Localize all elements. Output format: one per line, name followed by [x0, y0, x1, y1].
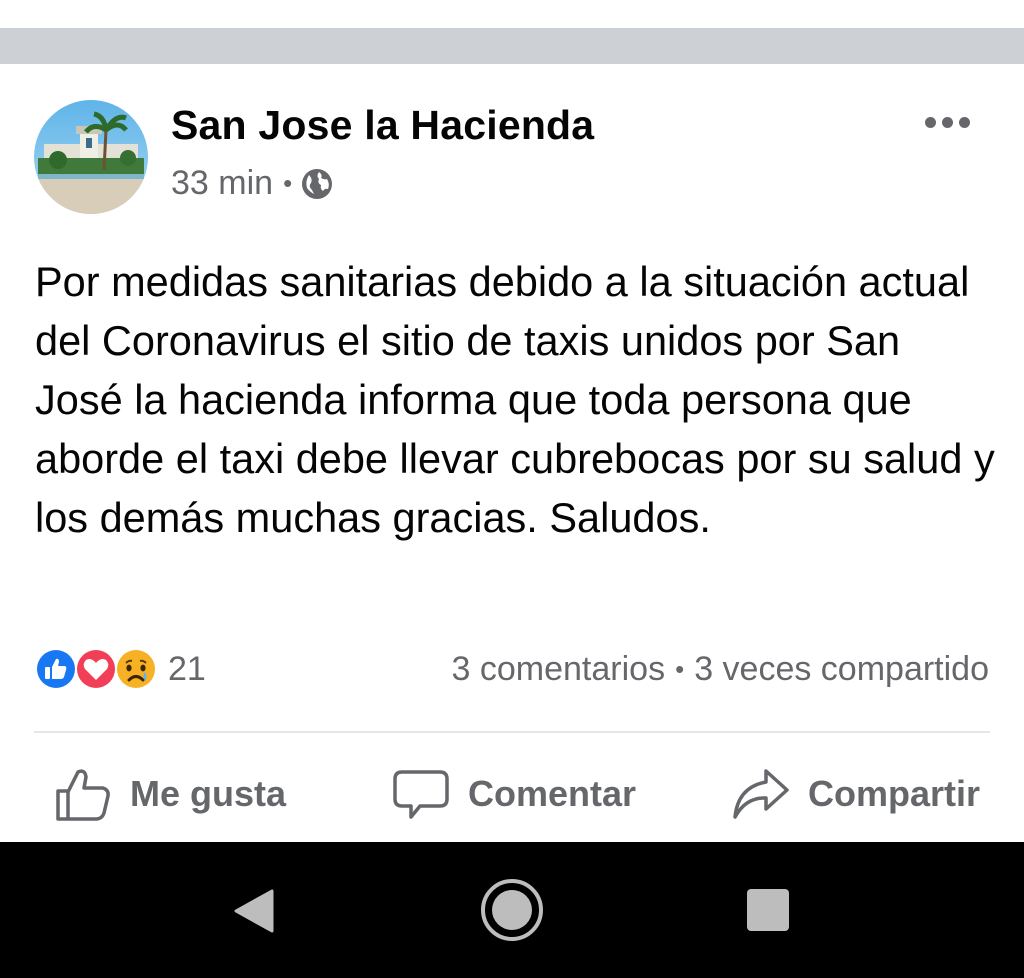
like-button[interactable]: Me gusta [54, 764, 286, 824]
dot-icon [941, 116, 953, 128]
feed-separator [0, 28, 1024, 64]
like-icon [35, 648, 77, 690]
avatar[interactable] [34, 100, 148, 214]
divider [34, 731, 990, 733]
post-card: San Jose la Hacienda 33 min • Por medida… [0, 64, 1024, 842]
stats-separator: • [675, 654, 685, 684]
dot-icon [958, 116, 970, 128]
like-label: Me gusta [130, 773, 287, 814]
shares-count[interactable]: 3 veces compartido [694, 650, 989, 689]
system-navigation-bar [0, 842, 1024, 978]
comment-icon [393, 770, 449, 819]
post-meta: 33 min • [171, 164, 334, 203]
reaction-count: 21 [168, 649, 206, 688]
more-options-button[interactable] [916, 102, 978, 142]
share-icon [733, 769, 789, 819]
comment-button[interactable]: Comentar [392, 764, 636, 824]
globe-icon[interactable] [300, 167, 334, 201]
share-label: Compartir [808, 773, 981, 814]
post-timestamp[interactable]: 33 min [171, 164, 273, 203]
dot-icon [924, 116, 936, 128]
home-icon[interactable] [480, 878, 544, 942]
love-icon [75, 648, 117, 690]
sad-icon [115, 648, 157, 690]
post-stats: 3 comentarios • 3 veces compartido [452, 650, 989, 689]
reactions-summary[interactable]: 21 [34, 646, 206, 692]
comments-count[interactable]: 3 comentarios [452, 650, 666, 689]
thumbs-up-icon [56, 769, 110, 821]
back-icon[interactable] [232, 888, 276, 934]
meta-separator: • [283, 168, 293, 198]
comment-label: Comentar [468, 773, 637, 814]
share-button[interactable]: Compartir [732, 764, 980, 824]
page-name[interactable]: San Jose la Hacienda [171, 102, 594, 149]
status-area [0, 0, 1024, 28]
recents-icon[interactable] [746, 888, 790, 932]
post-text: Por medidas sanitarias debido a la situa… [35, 258, 995, 541]
